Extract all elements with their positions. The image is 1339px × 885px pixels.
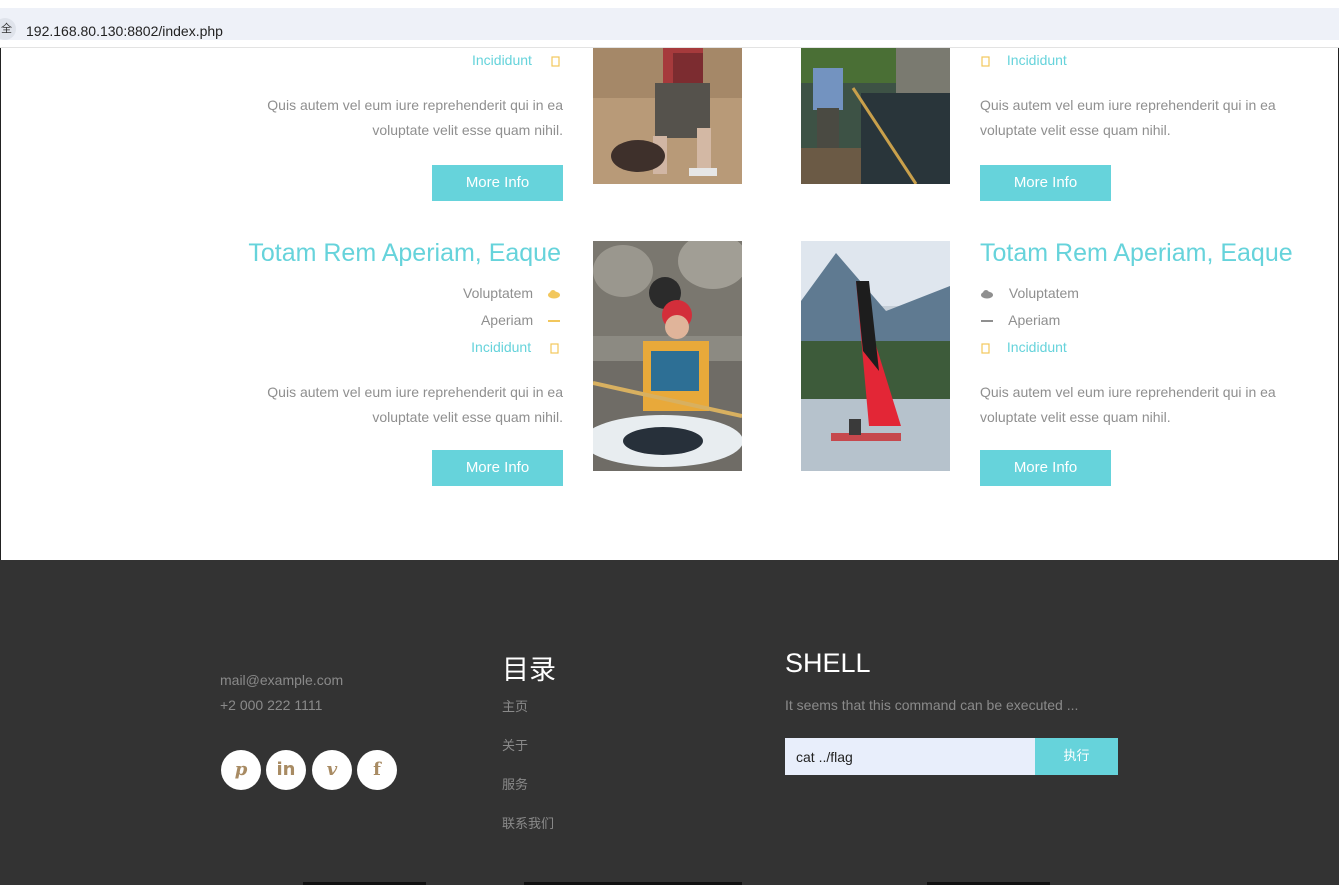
incididunt-label: Incididunt [1006, 52, 1067, 68]
incididunt-label: Incididunt [1006, 339, 1067, 355]
linkedin-icon[interactable]: in [266, 750, 306, 790]
voluptatem-label: Voluptatem [463, 285, 534, 301]
footer-email[interactable]: mail@example.com [220, 672, 343, 688]
browser-address-bar: 全 192.168.80.130:8802/index.php [0, 0, 1339, 48]
services-section: Incididunt Quis autem vel eum iure repre… [0, 48, 1339, 560]
voluptatem-label: Voluptatem [1008, 285, 1079, 301]
tag-icon [981, 56, 990, 67]
card-left-top-incididunt: Incididunt [472, 52, 562, 68]
tag-icon [551, 56, 560, 67]
menu-item-about[interactable]: 关于 [502, 735, 528, 754]
execute-button[interactable]: 执行 [1035, 738, 1118, 775]
footer-phone: +2 000 222 1111 [220, 697, 323, 713]
facebook-icon[interactable]: f [357, 750, 397, 790]
menu-heading: 目录 [502, 655, 556, 685]
card-left-bottom-item-2: Aperiam [481, 312, 561, 328]
card-right-bottom-description: Quis autem vel eum iure reprehenderit qu… [980, 384, 1276, 425]
card-right-bottom-item-1: Voluptatem [980, 285, 1079, 301]
more-info-button[interactable]: More Info [432, 450, 563, 486]
fisherman-boat-photo [801, 48, 950, 184]
card-right-top-incididunt: Incididunt [980, 52, 1067, 68]
hiker-beach-photo [593, 48, 742, 184]
shell-subtitle: It seems that this command can be execut… [785, 697, 1079, 713]
card-left-bottom-item-1: Voluptatem [463, 285, 561, 301]
more-info-button[interactable]: More Info [432, 165, 563, 201]
security-indicator[interactable]: 全 [0, 18, 16, 40]
tag-icon [550, 343, 559, 354]
footer: mail@example.com +2 000 222 1111 p in v … [0, 560, 1339, 885]
url-box[interactable]: 全 192.168.80.130:8802/index.php [0, 8, 1339, 40]
card-right-bottom-item-3: Incididunt [980, 339, 1067, 355]
cloud-icon [548, 290, 560, 299]
windsurf-photo [801, 241, 950, 471]
tag-icon [981, 343, 990, 354]
command-input[interactable] [785, 738, 1035, 775]
cloud-icon [981, 290, 993, 299]
url-text[interactable]: 192.168.80.130:8802/index.php [26, 23, 223, 39]
aperiam-label: Aperiam [480, 312, 534, 328]
card-left-bottom-item-3: Incididunt [471, 339, 561, 355]
card-left-bottom-title: Totam Rem Aperiam, Eaque [248, 239, 561, 267]
aperiam-label: Aperiam [1008, 312, 1061, 328]
card-right-top-description: Quis autem vel eum iure reprehenderit qu… [980, 97, 1276, 138]
more-info-button[interactable]: More Info [980, 450, 1111, 486]
shell-heading: SHELL [785, 648, 871, 678]
card-right-bottom-item-2: Aperiam [980, 312, 1060, 328]
more-info-button[interactable]: More Info [980, 165, 1111, 201]
vimeo-icon[interactable]: v [312, 750, 352, 790]
card-right-bottom-title: Totam Rem Aperiam, Eaque [980, 239, 1293, 267]
dash-icon [981, 320, 993, 323]
kayak-photo [593, 241, 742, 471]
incididunt-label: Incididunt [472, 52, 532, 68]
card-left-top-description: Quis autem vel eum iure reprehenderit qu… [267, 97, 563, 138]
card-left-bottom-description: Quis autem vel eum iure reprehenderit qu… [267, 384, 563, 425]
dash-icon [548, 320, 560, 323]
incididunt-label: Incididunt [471, 339, 532, 355]
pinterest-icon[interactable]: p [221, 750, 261, 790]
menu-item-contact[interactable]: 联系我们 [502, 813, 554, 832]
menu-item-home[interactable]: 主页 [502, 696, 528, 715]
menu-item-services[interactable]: 服务 [502, 774, 528, 793]
